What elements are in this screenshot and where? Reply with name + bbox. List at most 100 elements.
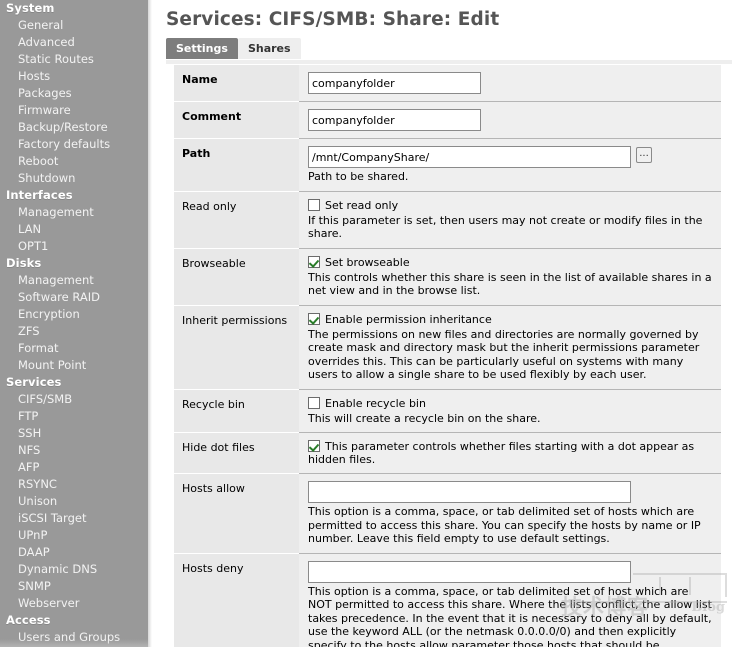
label-comment: Comment: [174, 101, 299, 139]
sidebar-item-reboot[interactable]: Reboot: [0, 153, 148, 170]
sidebar-item-lan[interactable]: LAN: [0, 221, 148, 238]
sidebar-item-cifs-smb[interactable]: CIFS/SMB: [0, 391, 148, 408]
form-row-read-only: Read only Set read only If this paramete…: [174, 191, 721, 249]
field-cell-comment: [299, 101, 721, 139]
browseable-checkbox-label[interactable]: Set browseable: [325, 256, 410, 269]
field-cell-hosts-allow: This option is a comma, space, or tab de…: [299, 473, 721, 554]
sidebar-item-rsync[interactable]: RSYNC: [0, 476, 148, 493]
form-row-hide-dot-files: Hide dot files This parameter controls w…: [174, 432, 721, 474]
hide-dot-files-checkbox-label[interactable]: This parameter controls whether files st…: [308, 440, 694, 466]
sidebar-item-static-routes[interactable]: Static Routes: [0, 51, 148, 68]
sidebar-item-nfs[interactable]: NFS: [0, 442, 148, 459]
inherit-permissions-description: The permissions on new files and directo…: [308, 327, 700, 382]
sidebar-item-unison[interactable]: Unison: [0, 493, 148, 510]
sidebar-item-daap[interactable]: DAAP: [0, 544, 148, 561]
sidebar-item-upnp[interactable]: UPnP: [0, 527, 148, 544]
sidebar-navigation: System General Advanced Static Routes Ho…: [0, 0, 148, 647]
sidebar-item-format[interactable]: Format: [0, 340, 148, 357]
sidebar-group-label-disks: Disks: [6, 256, 42, 270]
label-browseable: Browseable: [174, 248, 299, 306]
sidebar-item-software-raid[interactable]: Software RAID: [0, 289, 148, 306]
field-cell-inherit-permissions: Enable permission inheritance The permis…: [299, 305, 721, 390]
sidebar-item-backup-restore[interactable]: Backup/Restore: [0, 119, 148, 136]
hosts-allow-description: This option is a comma, space, or tab de…: [308, 505, 701, 545]
label-name: Name: [174, 64, 299, 102]
field-cell-browseable: Set browseable This controls whether thi…: [299, 248, 721, 306]
hosts-allow-input[interactable]: [308, 481, 631, 503]
form-row-hosts-deny: Hosts deny This option is a comma, space…: [174, 553, 721, 647]
hosts-deny-description: This option is a comma, space, or tab de…: [308, 584, 712, 647]
sidebar-group-label-services: Services: [6, 375, 62, 389]
sidebar-item-zfs[interactable]: ZFS: [0, 323, 148, 340]
sidebar-item-iscsi-target[interactable]: iSCSI Target: [0, 510, 148, 527]
form-row-browseable: Browseable Set browseable This controls …: [174, 248, 721, 306]
sidebar-item-encryption[interactable]: Encryption: [0, 306, 148, 323]
read-only-checkbox[interactable]: [308, 198, 320, 211]
sidebar-item-management-interfaces[interactable]: Management: [0, 204, 148, 221]
form-row-recycle-bin: Recycle bin Enable recycle bin This will…: [174, 389, 721, 433]
sidebar-group-label-access: Access: [6, 613, 51, 627]
sidebar-item-factory-defaults[interactable]: Factory defaults: [0, 136, 148, 153]
recycle-bin-checkbox[interactable]: [308, 396, 320, 409]
sidebar-item-ftp[interactable]: FTP: [0, 408, 148, 425]
field-cell-hosts-deny: This option is a comma, space, or tab de…: [299, 553, 721, 647]
sidebar-item-packages[interactable]: Packages: [0, 85, 148, 102]
tab-shares[interactable]: Shares: [237, 38, 301, 59]
sidebar-group-disks: Disks Management Software RAID Encryptio…: [0, 255, 148, 374]
sidebar-item-ssh[interactable]: SSH: [0, 425, 148, 442]
path-description: Path to be shared.: [308, 170, 409, 183]
sidebar-item-snmp[interactable]: SNMP: [0, 578, 148, 595]
read-only-description: If this parameter is set, then users may…: [308, 213, 703, 241]
sidebar-item-opt1[interactable]: OPT1: [0, 238, 148, 255]
sidebar-group-services: Services CIFS/SMB FTP SSH NFS AFP RSYNC …: [0, 374, 148, 612]
recycle-bin-description: This will create a recycle bin on the sh…: [308, 411, 541, 425]
form-row-name: Name: [174, 64, 721, 102]
label-hosts-allow: Hosts allow: [174, 473, 299, 554]
form-row-comment: Comment: [174, 101, 721, 139]
hosts-deny-input[interactable]: [308, 560, 631, 583]
page-title: Services: CIFS/SMB: Share: Edit: [166, 9, 500, 30]
sidebar-item-hosts[interactable]: Hosts: [0, 68, 148, 85]
path-input[interactable]: [308, 146, 631, 168]
field-cell-read-only: Set read only If this parameter is set, …: [299, 191, 721, 249]
tab-settings[interactable]: Settings: [166, 38, 238, 59]
share-edit-form: Name Comment Path: [174, 64, 737, 647]
name-input[interactable]: [308, 72, 481, 94]
label-inherit-permissions: Inherit permissions: [174, 305, 299, 390]
sidebar-item-management-disks[interactable]: Management: [0, 272, 148, 289]
label-hide-dot-files: Hide dot files: [174, 432, 299, 474]
tab-bar: Settings Shares: [166, 38, 737, 60]
sidebar-group-label-system: System: [6, 1, 55, 15]
share-settings-table: Name Comment Path: [174, 64, 721, 647]
field-cell-name: [299, 64, 721, 102]
label-recycle-bin: Recycle bin: [174, 389, 299, 433]
inherit-permissions-checkbox-label[interactable]: Enable permission inheritance: [325, 313, 492, 326]
recycle-bin-checkbox-label[interactable]: Enable recycle bin: [325, 397, 426, 410]
sidebar-group-access: Access Users and Groups Active Directory…: [0, 612, 148, 647]
hide-dot-files-checkbox[interactable]: [308, 440, 320, 452]
sidebar-item-firmware[interactable]: Firmware: [0, 102, 148, 119]
form-row-inherit-permissions: Inherit permissions Enable permission in…: [174, 305, 721, 390]
sidebar-item-shutdown[interactable]: Shutdown: [0, 170, 148, 187]
sidebar-group-label-interfaces: Interfaces: [6, 188, 73, 202]
comment-input[interactable]: [308, 109, 481, 131]
browseable-description: This controls whether this share is seen…: [308, 270, 712, 298]
label-path: Path: [174, 138, 299, 192]
form-row-path: Path ... Path to be shared.: [174, 138, 721, 192]
sidebar-item-advanced[interactable]: Advanced: [0, 34, 148, 51]
inherit-permissions-checkbox[interactable]: [308, 312, 320, 325]
label-hosts-deny: Hosts deny: [174, 553, 299, 647]
browseable-checkbox[interactable]: [308, 255, 320, 268]
field-cell-hide-dot-files: This parameter controls whether files st…: [299, 432, 721, 474]
form-row-hosts-allow: Hosts allow This option is a comma, spac…: [174, 473, 721, 554]
sidebar-item-afp[interactable]: AFP: [0, 459, 148, 476]
main-content: Services: CIFS/SMB: Share: Edit Settings…: [152, 0, 737, 647]
sidebar-item-general[interactable]: General: [0, 17, 148, 34]
sidebar-item-webserver[interactable]: Webserver: [0, 595, 148, 612]
sidebar-item-users-and-groups[interactable]: Users and Groups: [0, 629, 148, 646]
browse-folder-icon[interactable]: ...: [636, 147, 652, 163]
sidebar-item-dynamic-dns[interactable]: Dynamic DNS: [0, 561, 148, 578]
read-only-checkbox-label[interactable]: Set read only: [325, 199, 398, 212]
sidebar-group-interfaces: Interfaces Management LAN OPT1: [0, 187, 148, 255]
sidebar-item-mount-point[interactable]: Mount Point: [0, 357, 148, 374]
